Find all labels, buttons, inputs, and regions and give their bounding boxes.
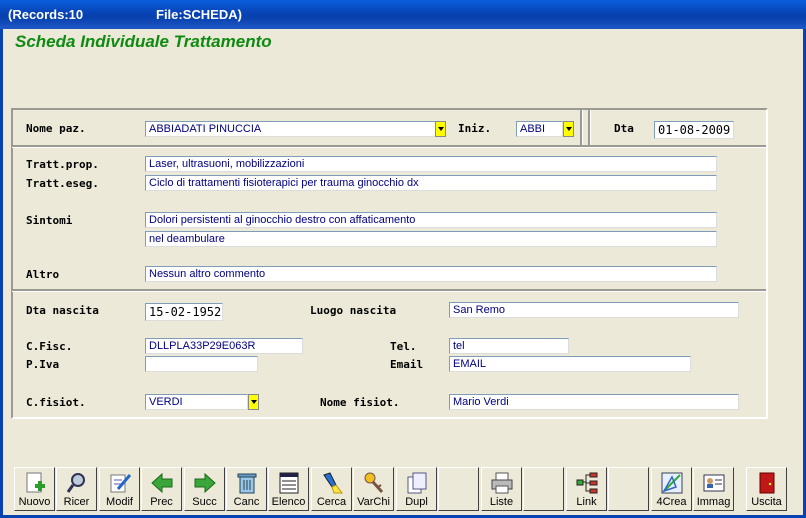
file-name: File:SCHEDA) bbox=[156, 7, 242, 22]
canc-button[interactable]: Canc bbox=[226, 467, 267, 511]
empty-button-3[interactable] bbox=[608, 467, 649, 511]
nome-paz-field[interactable]: ABBIADATI PINUCCIA bbox=[145, 121, 436, 137]
email-field[interactable]: EMAIL bbox=[449, 356, 691, 372]
nuovo-button[interactable]: Nuovo bbox=[14, 467, 55, 511]
immag-button[interactable]: Immag bbox=[693, 467, 734, 511]
list-icon bbox=[279, 472, 298, 494]
dta-field[interactable]: 01-08-2009 bbox=[654, 121, 734, 139]
design-icon bbox=[661, 472, 682, 494]
title-bar[interactable]: (Records:10 File:SCHEDA) bbox=[0, 0, 806, 29]
tel-label: Tel. bbox=[390, 340, 417, 353]
luogo-nascita-label: Luogo nascita bbox=[310, 304, 397, 317]
divider bbox=[580, 110, 583, 145]
canc-label: Canc bbox=[233, 496, 260, 508]
page-title: Scheda Individuale Trattamento bbox=[15, 32, 272, 51]
divider bbox=[12, 289, 766, 292]
tratt-eseg-label: Tratt.eseg. bbox=[26, 177, 99, 190]
empty-button-2[interactable] bbox=[523, 467, 564, 511]
c-fisiot-label: C.fisiot. bbox=[26, 396, 86, 409]
dupl-label: Dupl bbox=[405, 496, 428, 508]
cerca-label: Cerca bbox=[316, 496, 347, 508]
cerca-button[interactable]: Cerca bbox=[311, 467, 352, 511]
nome-fisiot-field[interactable]: Mario Verdi bbox=[449, 394, 739, 410]
varchi-button[interactable]: VarChi bbox=[353, 467, 394, 511]
iniz-field[interactable]: ABBI bbox=[516, 121, 563, 137]
duplicate-icon bbox=[407, 472, 426, 494]
records-count: (Records:10 bbox=[8, 7, 84, 22]
sintomi-field-line1[interactable]: Dolori persistenti al ginocchio destro c… bbox=[145, 212, 717, 228]
nome-paz-label: Nome paz. bbox=[26, 122, 86, 135]
trash-icon bbox=[237, 473, 256, 494]
prec-label: Prec bbox=[150, 496, 173, 508]
empty-button-1[interactable] bbox=[438, 467, 479, 511]
tratt-eseg-field[interactable]: Ciclo di trattamenti fisioterapici per t… bbox=[145, 175, 717, 191]
elenco-button[interactable]: Elenco bbox=[268, 467, 309, 511]
p-iva-label: P.Iva bbox=[26, 358, 60, 371]
liste-button[interactable]: Liste bbox=[481, 467, 522, 511]
tratt-prop-field[interactable]: Laser, ultrasuoni, mobilizzazioni bbox=[145, 156, 717, 172]
modif-label: Modif bbox=[106, 496, 133, 508]
crea-label: 4Crea bbox=[656, 496, 687, 508]
tratt-prop-label: Tratt.prop. bbox=[26, 158, 99, 171]
link-label: Link bbox=[576, 496, 597, 508]
nuovo-label: Nuovo bbox=[18, 496, 51, 508]
succ-button[interactable]: Succ bbox=[184, 467, 225, 511]
crea-button[interactable]: 4Crea bbox=[651, 467, 692, 511]
flashlight-icon bbox=[322, 472, 343, 494]
sintomi-label: Sintomi bbox=[26, 214, 73, 227]
luogo-nascita-field[interactable]: San Remo bbox=[449, 302, 739, 318]
c-fisc-field[interactable]: DLLPLA33P29E063R bbox=[145, 338, 303, 354]
dta-nascita-label: Dta nascita bbox=[26, 304, 99, 317]
new-document-icon bbox=[26, 472, 45, 493]
keys-icon bbox=[364, 472, 383, 494]
divider bbox=[12, 145, 766, 148]
dta-label: Dta bbox=[614, 122, 634, 135]
c-fisiot-field[interactable]: VERDI bbox=[145, 394, 248, 410]
altro-field[interactable]: Nessun altro commento bbox=[145, 266, 717, 282]
form-panel bbox=[11, 108, 768, 419]
arrow-left-icon bbox=[150, 472, 172, 494]
link-button[interactable]: Link bbox=[566, 467, 607, 511]
altro-label: Altro bbox=[26, 268, 60, 281]
iniz-label: Iniz. bbox=[458, 122, 492, 135]
sintomi-field-line2[interactable]: nel deambulare bbox=[145, 231, 717, 247]
ricer-label: Ricer bbox=[63, 496, 90, 508]
exit-door-icon bbox=[759, 472, 774, 494]
ricer-button[interactable]: Ricer bbox=[56, 467, 97, 511]
hierarchy-icon bbox=[576, 472, 597, 494]
dta-nascita-field[interactable]: 15-02-1952 bbox=[145, 303, 223, 321]
divider bbox=[588, 110, 591, 145]
toolbar: Nuovo Ricer Modif Prec Succ Canc Elenco … bbox=[12, 464, 788, 512]
modif-button[interactable]: Modif bbox=[99, 467, 140, 511]
printer-icon bbox=[491, 472, 512, 494]
iniz-dropdown-icon[interactable] bbox=[563, 121, 574, 137]
varchi-label: VarChi bbox=[357, 496, 390, 508]
uscita-button[interactable]: Uscita bbox=[746, 467, 787, 511]
c-fisiot-dropdown-icon[interactable] bbox=[248, 394, 259, 410]
tel-field[interactable]: tel bbox=[449, 338, 569, 354]
uscita-label: Uscita bbox=[751, 496, 782, 508]
prec-button[interactable]: Prec bbox=[141, 467, 182, 511]
nome-paz-dropdown-icon[interactable] bbox=[435, 121, 446, 137]
immag-label: Immag bbox=[696, 496, 731, 508]
liste-label: Liste bbox=[489, 496, 514, 508]
p-iva-field[interactable] bbox=[145, 356, 258, 372]
id-card-icon bbox=[703, 474, 724, 492]
email-label: Email bbox=[390, 358, 424, 371]
elenco-label: Elenco bbox=[271, 496, 306, 508]
nome-fisiot-label: Nome fisiot. bbox=[320, 396, 400, 409]
arrow-right-icon bbox=[194, 472, 216, 494]
dupl-button[interactable]: Dupl bbox=[396, 467, 437, 511]
search-icon bbox=[66, 473, 85, 493]
edit-document-icon bbox=[110, 474, 131, 493]
c-fisc-label: C.Fisc. bbox=[26, 340, 73, 353]
succ-label: Succ bbox=[192, 496, 217, 508]
